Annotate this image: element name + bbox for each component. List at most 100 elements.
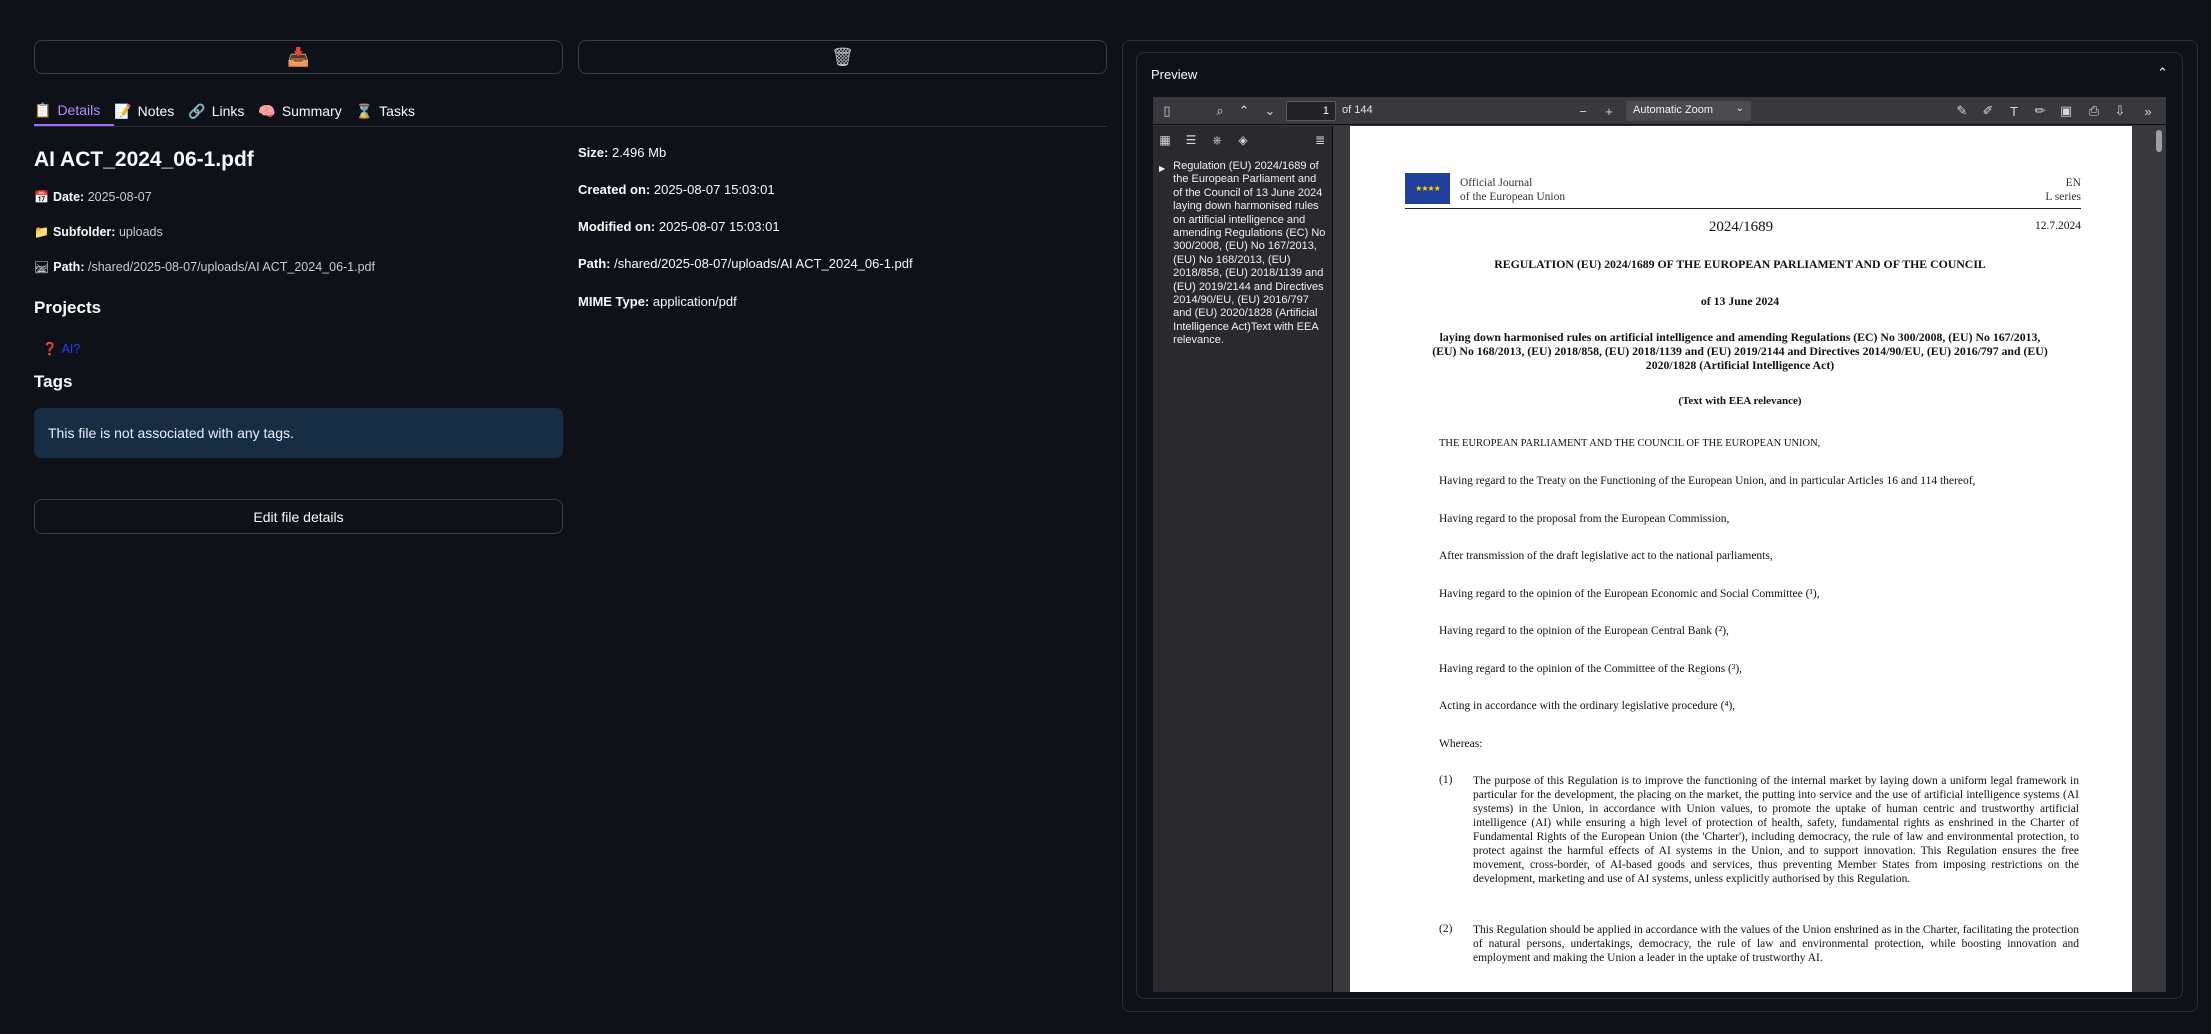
subfolder-label: Subfolder:: [52, 225, 116, 239]
regulation-of-date: of 13 June 2024: [1700, 294, 1780, 308]
path-icon: 🛤: [34, 260, 50, 274]
question-mark-icon: ❓: [42, 342, 58, 356]
pdf-sidebar: ▦ ☰ ⎈ ◈ ≣ ▶ Regulation (EU) 2024/1689 of…: [1153, 126, 1333, 992]
previous-page-icon[interactable]: ⌃: [1234, 101, 1254, 121]
modified-row: Modified on: 2025-08-07 15:03:01: [578, 219, 780, 234]
path-row: Path: /shared/2025-08-07/uploads/AI ACT_…: [578, 256, 913, 271]
chevron-up-icon[interactable]: ⌃: [2157, 65, 2168, 81]
journal-name: Official Journal of the European Union: [1460, 176, 1565, 204]
pdf-toolbar: ▯ ⌕ ⌃ ⌄ 1 of 144 − + Automatic Zoom ⌄ ✎ …: [1153, 97, 2166, 125]
regulation-heading: REGULATION (EU) 2024/1689 OF THE EUROPEA…: [1494, 257, 1986, 271]
trash-icon: 🗑: [831, 46, 854, 67]
modified-label: Modified on:: [578, 219, 656, 234]
preamble-line: Having regard to the opinion of the Euro…: [1439, 588, 1820, 600]
path-label: Path:: [53, 260, 85, 274]
attachments-icon[interactable]: ⎈: [1207, 130, 1227, 150]
scrollbar-thumb[interactable]: [2156, 130, 2162, 152]
zoom-select[interactable]: Automatic Zoom ⌄: [1626, 101, 1751, 121]
highlight-icon[interactable]: ✎: [1952, 101, 1972, 121]
pdf-page: ★★★★ Official Journal of the European Un…: [1350, 126, 2132, 992]
journal-series: EN L series: [2045, 176, 2081, 204]
pdf-document-area[interactable]: ★★★★ Official Journal of the European Un…: [1334, 126, 2166, 992]
page-number-input[interactable]: 1: [1286, 101, 1336, 121]
project-name: AI?: [61, 342, 81, 356]
mime-label: MIME Type:: [578, 294, 650, 309]
file-date: 📅 Date: 2025-08-07: [34, 190, 152, 204]
text-icon[interactable]: T: [2004, 101, 2024, 121]
recital-text: This Regulation should be applied in acc…: [1473, 924, 2079, 964]
edit-file-details-button[interactable]: Edit file details: [34, 499, 563, 534]
no-tags-alert: This file is not associated with any tag…: [34, 408, 563, 458]
size-value: 2.496 Mb: [611, 145, 667, 160]
file-subfolder: 📁 Subfolder: uploads: [34, 225, 163, 239]
size-row: Size: 2.496 Mb: [578, 145, 666, 160]
delete-button[interactable]: 🗑: [578, 40, 1107, 74]
file-path: 🛤 Path: /shared/2025-08-07/uploads/AI ACT…: [34, 260, 375, 274]
brain-icon: 🧠: [258, 102, 276, 119]
project-link[interactable]: ❓ AI?: [42, 342, 80, 357]
mime-value: application/pdf: [652, 294, 737, 309]
outline-item[interactable]: ▶ Regulation (EU) 2024/1689 of the Europ…: [1159, 160, 1327, 348]
preamble-line: Having regard to the opinion of the Comm…: [1439, 663, 1743, 675]
modified-value: 2025-08-07 15:03:01: [658, 219, 780, 234]
projects-heading: Projects: [34, 298, 102, 317]
eu-flag-logo: ★★★★: [1405, 173, 1450, 204]
download-button[interactable]: 📥: [34, 40, 563, 74]
preamble-line: Having regard to the opinion of the Euro…: [1439, 625, 1729, 637]
save-icon[interactable]: ⇩: [2110, 101, 2130, 121]
image-icon[interactable]: ▣: [2056, 101, 2076, 121]
hourglass-icon: ⌛: [355, 102, 374, 119]
chevron-down-icon: ⌄: [1735, 103, 1744, 114]
tab-bar: 📋 Details 📝 Notes 🔗 Links 🧠 Summary ⌛ Ta…: [34, 96, 1107, 127]
size-label: Size:: [578, 145, 609, 160]
recital-text: The purpose of this Regulation is to imp…: [1473, 775, 2079, 885]
created-row: Created on: 2025-08-07 15:03:01: [578, 182, 775, 197]
expand-triangle-icon[interactable]: ▶: [1159, 162, 1165, 348]
zoom-out-icon[interactable]: −: [1573, 101, 1593, 121]
preamble-line: Acting in accordance with the ordinary l…: [1439, 700, 1736, 712]
search-icon[interactable]: ⌕: [1210, 101, 1230, 121]
recital-number: (2): [1439, 923, 1453, 935]
layers-icon[interactable]: ◈: [1233, 130, 1253, 150]
expand-outline-icon[interactable]: ≣: [1310, 130, 1330, 150]
mime-row: MIME Type: application/pdf: [578, 294, 737, 309]
language: EN: [2065, 177, 2081, 189]
sidebar-tools: ▦ ☰ ⎈ ◈ ≣: [1153, 126, 1333, 154]
tab-details[interactable]: 📋 Details: [34, 96, 115, 126]
preview-expander: Preview ⌃ ▯ ⌕ ⌃ ⌄ 1 of 144 − + Automatic…: [1136, 52, 2183, 999]
sidebar-toggle-icon[interactable]: ▯: [1157, 101, 1177, 121]
page-count: of 144: [1342, 104, 1373, 116]
clipboard-icon: 📋: [34, 101, 52, 118]
calendar-icon: 📅: [34, 190, 49, 204]
tab-summary[interactable]: 🧠 Summary: [258, 96, 355, 126]
thumbnails-icon[interactable]: ▦: [1155, 130, 1175, 150]
tab-label: Tasks: [379, 103, 415, 119]
series: L series: [2045, 191, 2081, 203]
next-page-icon[interactable]: ⌄: [1260, 101, 1280, 121]
date-label: Date:: [52, 190, 85, 204]
link-icon: 🔗: [188, 102, 206, 119]
tab-tasks[interactable]: ⌛ Tasks: [356, 96, 429, 126]
tab-notes[interactable]: 📝 Notes: [114, 96, 188, 126]
date-value: 2025-08-07: [87, 190, 152, 204]
print-icon[interactable]: ⎙: [2084, 101, 2104, 121]
recital-number: (1): [1439, 774, 1453, 786]
eea-relevance: (Text with EEA relevance): [1678, 395, 1802, 407]
tab-label: Details: [57, 102, 101, 118]
preview-heading[interactable]: Preview: [1151, 67, 1197, 82]
tab-label: Summary: [281, 103, 342, 119]
draw-icon[interactable]: ✏: [2030, 101, 2050, 121]
subfolder-value: uploads: [118, 225, 163, 239]
regulation-date: 12.7.2024: [2035, 220, 2081, 232]
pen-icon[interactable]: ✐: [1978, 101, 1998, 121]
created-value: 2025-08-07 15:03:01: [653, 182, 775, 197]
tools-menu-icon[interactable]: »: [2138, 101, 2158, 121]
path-label: Path:: [578, 256, 611, 271]
preamble-line: THE EUROPEAN PARLIAMENT AND THE COUNCIL …: [1439, 438, 1821, 449]
memo-icon: 📝: [114, 102, 132, 119]
zoom-in-icon[interactable]: +: [1599, 101, 1619, 121]
outline-icon[interactable]: ☰: [1181, 130, 1201, 150]
journal-line1: Official Journal: [1460, 177, 1533, 189]
folder-icon: 📁: [34, 225, 49, 239]
tab-links[interactable]: 🔗 Links: [188, 96, 258, 126]
